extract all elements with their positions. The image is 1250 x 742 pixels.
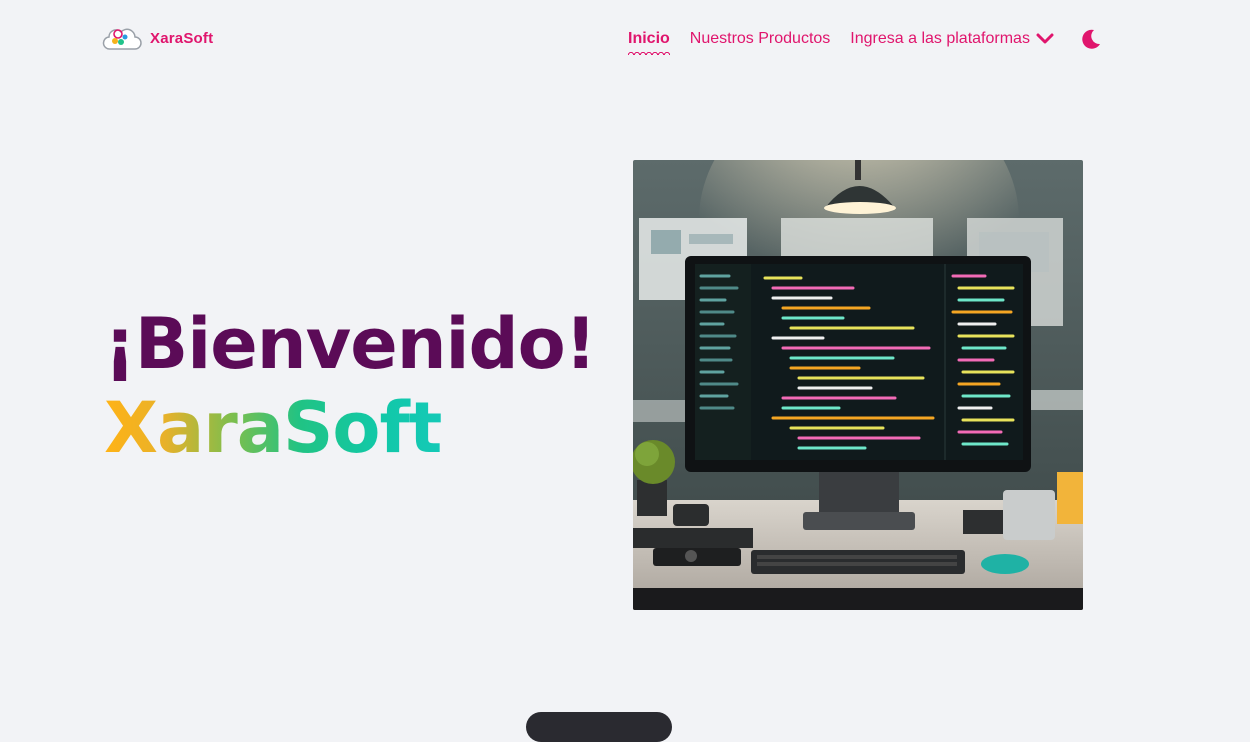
moon-icon[interactable] bbox=[1080, 28, 1102, 50]
platforms-dropdown-label: Ingresa a las plataformas bbox=[850, 30, 1030, 47]
main-nav: Inicio Nuestros Productos Ingresa a las … bbox=[628, 28, 1102, 55]
nav-link-productos[interactable]: Nuestros Productos bbox=[690, 29, 831, 49]
platforms-dropdown[interactable]: Ingresa a las plataformas bbox=[850, 30, 1054, 48]
brand-logo[interactable]: XaraSoft bbox=[102, 24, 213, 52]
hero-title: ¡Bienvenido! bbox=[104, 303, 597, 385]
workspace-illustration bbox=[633, 160, 1083, 610]
hero-image bbox=[633, 160, 1083, 610]
bottom-floating-bar[interactable] bbox=[526, 712, 672, 742]
hero-brand-name: XaraSoft bbox=[104, 387, 442, 469]
brand-name: XaraSoft bbox=[150, 29, 214, 47]
nav-link-inicio[interactable]: Inicio bbox=[628, 29, 670, 55]
chevron-down-icon bbox=[1036, 33, 1054, 44]
cloud-logo-icon bbox=[102, 28, 142, 50]
